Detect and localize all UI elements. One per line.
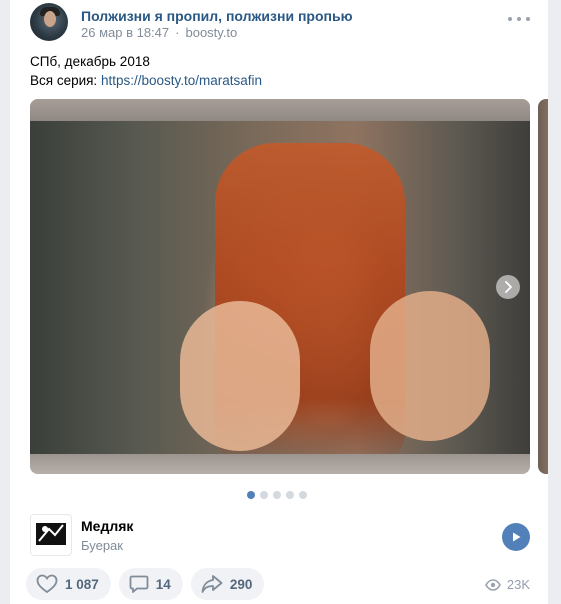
photo-hand-left-shape xyxy=(180,301,300,451)
comment-icon xyxy=(129,575,149,593)
carousel-dot[interactable] xyxy=(286,491,294,499)
like-button[interactable]: 1 087 xyxy=(26,568,111,600)
photo-hand-right-shape xyxy=(370,291,490,441)
carousel-dot[interactable] xyxy=(299,491,307,499)
series-label: Вся серия: xyxy=(30,73,101,88)
carousel-dot[interactable] xyxy=(260,491,268,499)
photo-border-top xyxy=(30,99,530,121)
post-text: СПб, декабрь 2018 Вся серия: https://boo… xyxy=(30,52,262,90)
post-card: Полжизни я пропил, полжизни пропью 26 ма… xyxy=(10,0,548,604)
author-avatar[interactable] xyxy=(30,3,68,41)
carousel-dots xyxy=(247,491,307,499)
avatar-face-shape xyxy=(44,11,56,27)
track-title[interactable]: Медляк xyxy=(81,518,133,534)
photo-border-bottom xyxy=(30,454,530,474)
play-icon[interactable] xyxy=(502,523,530,551)
track-cover-art xyxy=(36,523,66,545)
post-meta: 26 мар в 18:47 · boosty.to xyxy=(81,25,237,40)
track-cover[interactable] xyxy=(30,514,72,556)
post-actions: 1 087 14 290 xyxy=(26,568,265,600)
more-icon[interactable] xyxy=(508,12,530,26)
author-name[interactable]: Полжизни я пропил, полжизни пропью xyxy=(81,8,353,24)
post-source[interactable]: boosty.to xyxy=(185,25,237,40)
photo-carousel[interactable] xyxy=(30,99,530,474)
share-button[interactable]: 290 xyxy=(190,568,265,600)
comment-count: 14 xyxy=(155,576,171,592)
share-icon xyxy=(201,575,223,593)
series-link[interactable]: https://boosty.to/maratsafin xyxy=(101,73,262,88)
views-count: 23K xyxy=(506,577,530,592)
meta-separator: · xyxy=(175,25,180,40)
next-arrow-icon[interactable] xyxy=(496,275,520,299)
next-photo-preview[interactable] xyxy=(538,99,548,474)
carousel-photo[interactable] xyxy=(30,121,530,463)
carousel-dot[interactable] xyxy=(247,491,255,499)
heart-icon xyxy=(36,574,58,594)
carousel-dot[interactable] xyxy=(273,491,281,499)
eye-icon xyxy=(484,578,501,591)
share-count: 290 xyxy=(229,576,253,592)
track-artist[interactable]: Буерак xyxy=(81,538,123,553)
post-date[interactable]: 26 мар в 18:47 xyxy=(81,25,169,40)
like-count: 1 087 xyxy=(65,576,99,592)
comment-button[interactable]: 14 xyxy=(118,568,183,600)
views-counter: 23K xyxy=(484,577,530,592)
post-text-line: СПб, декабрь 2018 xyxy=(30,54,150,69)
